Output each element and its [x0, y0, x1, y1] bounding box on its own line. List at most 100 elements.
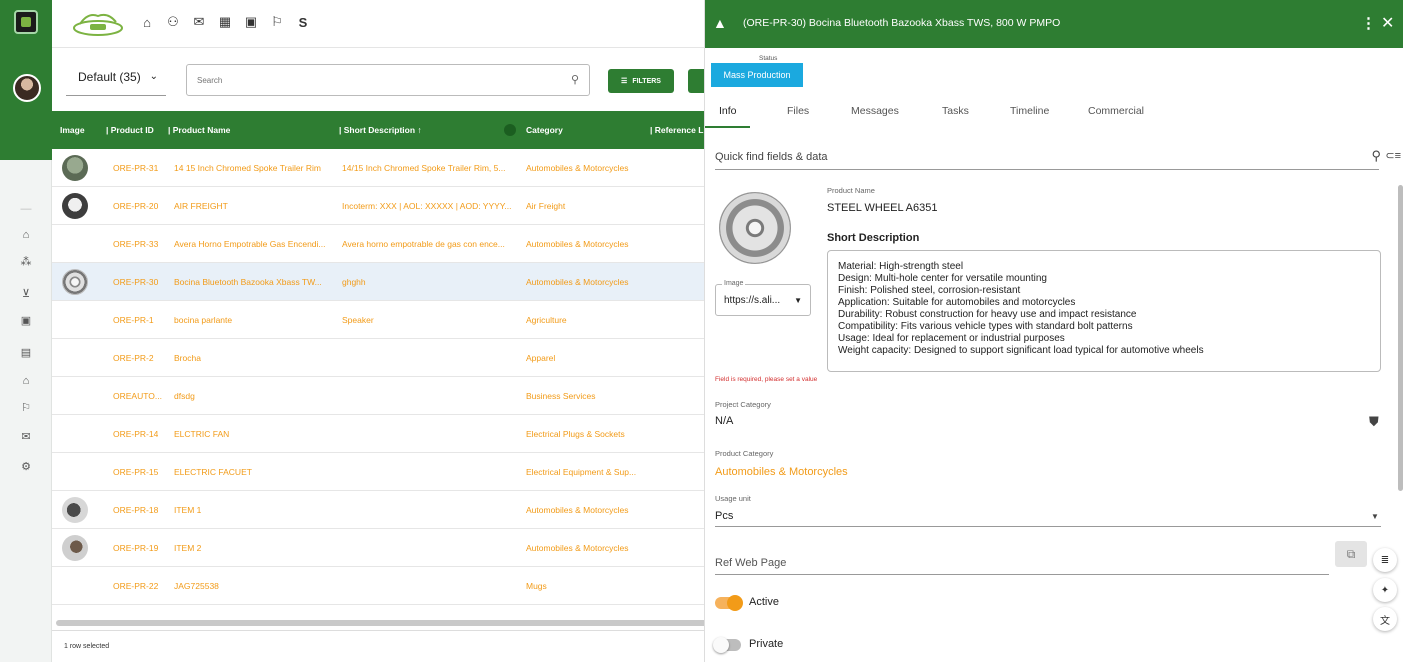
network-icon[interactable]: ⁂	[0, 250, 52, 272]
tab-messages[interactable]: Messages	[851, 105, 899, 117]
search-input[interactable]	[187, 65, 547, 95]
translate-icon[interactable]: 文	[1373, 607, 1397, 631]
table-footer: 1 row selected	[52, 630, 712, 662]
factory-icon[interactable]: ⌂	[0, 370, 52, 392]
filters-button-label: FILTERS	[632, 77, 661, 85]
cell-product-id: ORE-PR-19	[113, 543, 159, 553]
active-toggle[interactable]	[715, 595, 743, 611]
app-logo-icon[interactable]	[14, 10, 38, 34]
quick-find-placeholder: Quick find fields & data	[715, 151, 828, 163]
table-row[interactable]: ORE-PR-33 Avera Horno Empotrable Gas Enc…	[52, 225, 712, 263]
flag-icon[interactable]: ⚐	[270, 14, 284, 30]
more-options-icon[interactable]: ⋮	[1361, 14, 1376, 32]
column-header-image[interactable]: Image	[60, 125, 85, 135]
table-row[interactable]: ORE-PR-20 AIR FREIGHT Incoterm: XXX | AO…	[52, 187, 712, 225]
tab-tasks[interactable]: Tasks	[942, 105, 969, 117]
document-search-icon[interactable]: ▣	[0, 309, 52, 331]
usage-unit-underline	[715, 526, 1381, 527]
table-row[interactable]: ORE-PR-14 ELCTRIC FAN Electrical Plugs &…	[52, 415, 712, 453]
product-category-label: Product Category	[715, 449, 774, 458]
image-select-label: Image	[722, 280, 746, 287]
search-icon[interactable]: ⚲	[571, 73, 579, 86]
status-badge[interactable]: Mass Production	[711, 63, 803, 87]
cell-product-name: JAG725538	[174, 581, 219, 591]
table-row[interactable]: ORE-PR-19 ITEM 2 Automobiles & Motorcycl…	[52, 529, 712, 567]
cell-category: Mugs	[526, 581, 547, 591]
cell-short-description: Avera horno empotrable de gas con ence..…	[342, 239, 505, 249]
vertical-scrollbar[interactable]	[1398, 185, 1403, 491]
user-avatar[interactable]	[13, 74, 41, 102]
tab-info[interactable]: Info	[719, 105, 737, 117]
description-line: Material: High-strength steel	[838, 261, 964, 272]
horizontal-scrollbar[interactable]	[56, 620, 712, 626]
table-row[interactable]: ORE-PR-18 ITEM 1 Automobiles & Motorcycl…	[52, 491, 712, 529]
home-icon[interactable]: ⌂	[0, 224, 52, 246]
cell-product-name: Avera Horno Empotrable Gas Encendi...	[174, 239, 326, 249]
building-icon[interactable]: ▦	[218, 14, 232, 30]
rail-separator: —	[20, 203, 32, 215]
product-thumbnail	[62, 497, 88, 523]
column-menu-icon[interactable]	[504, 124, 516, 136]
private-toggle[interactable]	[713, 637, 741, 653]
project-category-value: N/A	[715, 415, 734, 427]
s-letter[interactable]: S	[296, 14, 310, 30]
tab-commercial[interactable]: Commercial	[1088, 105, 1144, 117]
table-header: Image | Product ID | Product Name | Shor…	[52, 111, 712, 149]
search-icon[interactable]: ⚲	[1371, 148, 1381, 164]
product-thumbnail	[62, 535, 88, 561]
caret-down-icon: ▼	[794, 296, 802, 305]
table-row-selected[interactable]: ORE-PR-30 Bocina Bluetooth Bazooka Xbass…	[52, 263, 712, 301]
product-thumbnail	[62, 193, 88, 219]
view-selector[interactable]: Default (35) ⌄	[66, 62, 166, 96]
open-link-icon[interactable]: ⧉	[1335, 541, 1367, 567]
ref-web-page-field[interactable]: Ref Web Page	[715, 557, 786, 569]
home-icon[interactable]: ⌂	[140, 14, 154, 30]
short-description-textarea[interactable]: Material: High-strength steel Design: Mu…	[827, 250, 1381, 372]
table-row[interactable]: ORE-PR-31 14 15 Inch Chromed Spoke Trail…	[52, 149, 712, 187]
panel-title: (ORE-PR-30) Bocina Bluetooth Bazooka Xba…	[743, 17, 1061, 29]
short-description-label: Short Description	[827, 232, 920, 244]
close-icon[interactable]: ✕	[1381, 13, 1394, 33]
description-line: Usage: Ideal for replacement or industri…	[838, 333, 1065, 344]
column-header-short-description[interactable]: | Short Description ↑	[339, 125, 422, 135]
column-header-product-name[interactable]: | Product Name	[168, 125, 230, 135]
table-row[interactable]: ORE-PR-1 bocina parlante Speaker Agricul…	[52, 301, 712, 339]
settings-icon[interactable]: ⚙	[0, 455, 52, 477]
cart-icon[interactable]: ⊻	[0, 282, 52, 304]
field-list-icon[interactable]: ≣	[1373, 548, 1397, 572]
mail-icon[interactable]: ✉	[192, 14, 206, 30]
cell-product-id: ORE-PR-22	[113, 581, 159, 591]
cell-short-description: 14/15 Inch Chromed Spoke Trailer Rim, 5.…	[342, 163, 506, 173]
users-icon[interactable]: ⚇	[166, 14, 180, 30]
shield-icon[interactable]: ⛊	[1369, 414, 1379, 430]
contact-card-icon[interactable]: ▣	[244, 14, 258, 30]
table-row[interactable]: ORE-PR-2 Brocha Apparel	[52, 339, 712, 377]
caret-down-icon[interactable]: ▼	[1371, 512, 1379, 521]
filter-list-icon[interactable]: ⊂≡	[1385, 149, 1401, 162]
product-category-link[interactable]: Automobiles & Motorcycles	[715, 466, 848, 478]
tab-timeline[interactable]: Timeline	[1010, 105, 1049, 117]
flag-icon[interactable]: ⚐	[0, 396, 52, 418]
product-name-value[interactable]: STEEL WHEEL A6351	[827, 202, 937, 214]
brand-logo[interactable]	[68, 10, 128, 38]
toggle-knob	[713, 637, 729, 653]
cell-product-name: ITEM 1	[174, 505, 202, 515]
table-row[interactable]: ORE-PR-22 JAG725538 Mugs	[52, 567, 712, 605]
column-header-product-id[interactable]: | Product ID	[106, 125, 154, 135]
product-list: Default (35) ⌄ ⚲ ☰ FILTERS Image | Produ…	[52, 48, 712, 662]
table-row[interactable]: ORE-PR-15 ELECTRIC FACUET Electrical Equ…	[52, 453, 712, 491]
mail-icon[interactable]: ✉	[0, 425, 52, 447]
quick-find-field[interactable]: Quick find fields & data ⚲ ⊂≡	[715, 146, 1401, 170]
usage-unit-value[interactable]: Pcs	[715, 510, 733, 522]
column-header-reference[interactable]: | Reference L	[650, 125, 703, 135]
sparkle-ai-icon[interactable]: ✦	[1373, 578, 1397, 602]
description-line: Finish: Polished steel, corrosion-resist…	[838, 285, 1021, 296]
tab-files[interactable]: Files	[787, 105, 809, 117]
image-source-select[interactable]: Image https://s.ali... ▼	[715, 280, 811, 316]
clipboard-icon[interactable]: ▤	[0, 341, 52, 363]
table-row[interactable]: OREAUTO... dfsdg Business Services	[52, 377, 712, 415]
cell-short-description: Incoterm: XXX | AOL: XXXXX | AOD: YYYY..…	[342, 201, 512, 211]
column-header-category[interactable]: Category	[526, 125, 563, 135]
description-line: Compatibility: Fits various vehicle type…	[838, 321, 1133, 332]
filters-button[interactable]: ☰ FILTERS	[608, 69, 674, 93]
